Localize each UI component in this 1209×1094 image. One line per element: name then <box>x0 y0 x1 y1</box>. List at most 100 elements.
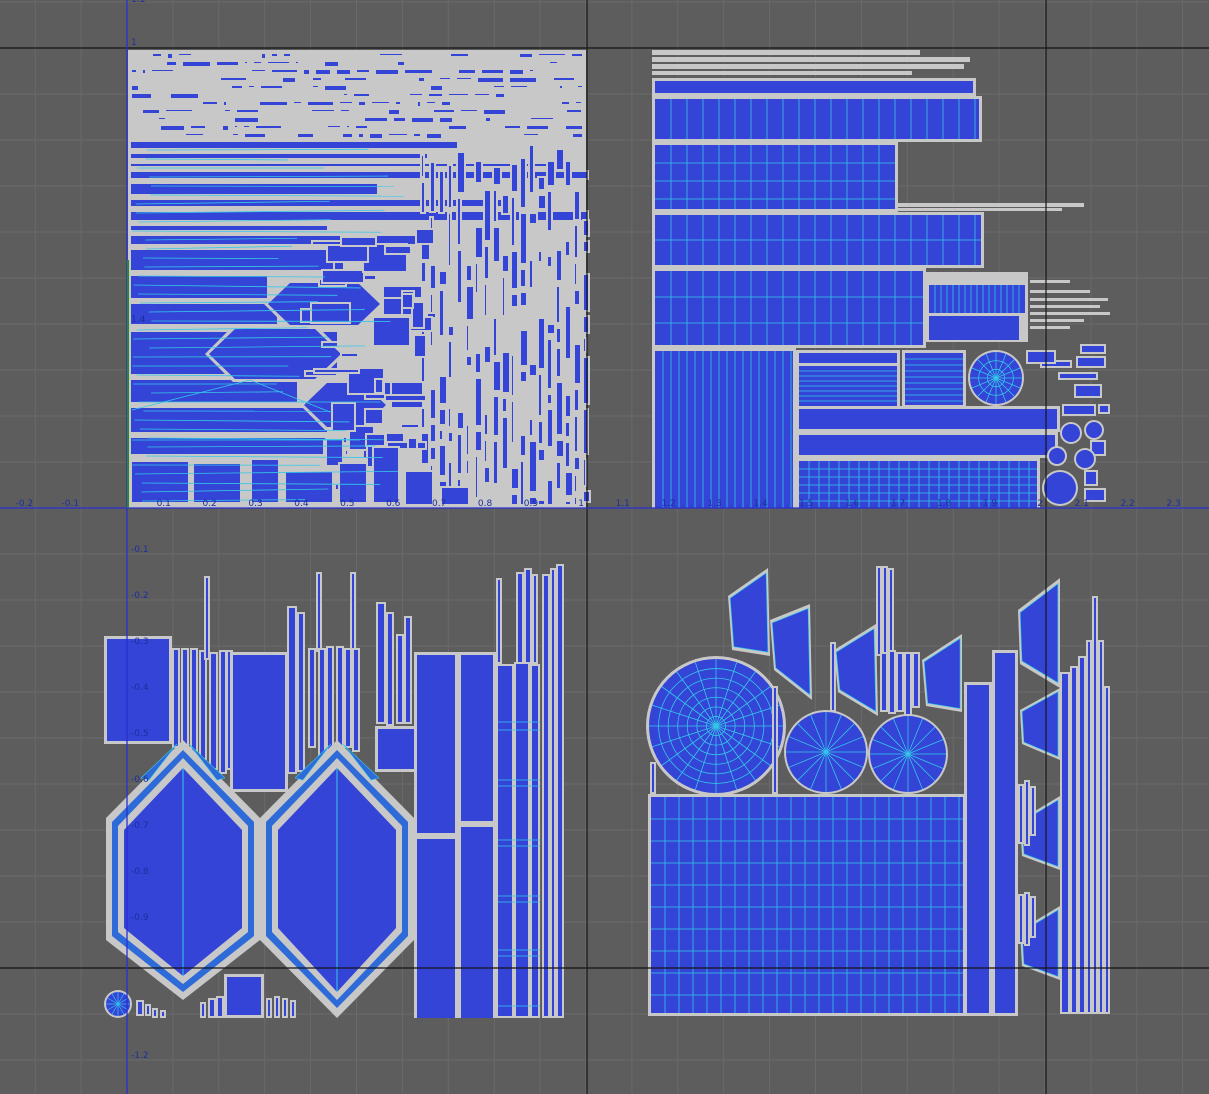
uv-shell-bar[interactable] <box>386 612 394 726</box>
uv-shell[interactable] <box>483 189 492 242</box>
uv-shell-strip[interactable] <box>532 574 538 664</box>
uv-shell[interactable] <box>296 132 315 139</box>
uv-shell[interactable] <box>474 100 483 104</box>
uv-shell-rect[interactable] <box>652 268 926 348</box>
uv-shell[interactable] <box>394 100 402 106</box>
uv-shell[interactable] <box>474 226 484 259</box>
uv-shell-strip[interactable] <box>912 652 920 708</box>
uv-shell-rect[interactable] <box>652 96 982 142</box>
uv-shell-bar[interactable] <box>396 634 404 724</box>
uv-shell[interactable] <box>510 467 520 490</box>
uv-shell[interactable] <box>1080 344 1106 354</box>
uv-shell[interactable] <box>447 212 452 267</box>
uv-shell-strip[interactable] <box>129 162 549 168</box>
uv-shell[interactable] <box>510 400 515 444</box>
uv-shell[interactable] <box>573 224 579 259</box>
uv-shell[interactable] <box>384 394 427 402</box>
uv-shell[interactable] <box>141 108 161 115</box>
uv-shell[interactable] <box>555 249 563 282</box>
uv-shell[interactable] <box>429 161 436 213</box>
uv-shell[interactable] <box>522 132 540 137</box>
uv-shell[interactable] <box>438 375 448 405</box>
uv-shell[interactable] <box>465 355 473 367</box>
uv-shell[interactable] <box>473 92 491 97</box>
uv-shell[interactable] <box>429 84 444 92</box>
uv-shell-circle[interactable] <box>784 710 868 794</box>
uv-shell[interactable] <box>150 68 175 73</box>
uv-shell[interactable] <box>483 245 490 280</box>
uv-shell[interactable] <box>234 68 247 72</box>
uv-shell[interactable] <box>537 448 546 462</box>
uv-shell-strip[interactable] <box>888 650 896 714</box>
uv-shell[interactable] <box>230 84 244 90</box>
uv-shell[interactable] <box>420 181 426 214</box>
uv-shell[interactable] <box>314 68 332 76</box>
uv-shell-rect[interactable] <box>648 794 966 1016</box>
uv-shell-bar[interactable] <box>318 648 326 758</box>
uv-shell[interactable] <box>343 76 368 82</box>
uv-shell[interactable] <box>141 68 147 75</box>
uv-shell[interactable] <box>465 324 470 352</box>
uv-shell[interactable] <box>492 440 499 485</box>
uv-shell[interactable] <box>510 493 519 506</box>
uv-shell[interactable] <box>518 52 534 59</box>
uv-shell[interactable] <box>474 160 483 184</box>
uv-shell[interactable] <box>558 84 564 90</box>
uv-shell-strip[interactable] <box>524 568 532 664</box>
uv-shell[interactable] <box>548 60 559 65</box>
uv-shell-strip[interactable] <box>496 578 502 664</box>
uv-shell-strip[interactable] <box>1018 894 1024 944</box>
uv-shell[interactable] <box>483 345 492 364</box>
uv-shell[interactable] <box>447 92 470 97</box>
uv-shell[interactable] <box>243 132 267 139</box>
uv-shell[interactable] <box>525 124 550 131</box>
uv-shell[interactable] <box>169 92 200 100</box>
uv-shell[interactable] <box>465 285 475 321</box>
uv-shell[interactable] <box>404 470 434 506</box>
uv-shell[interactable] <box>552 76 576 82</box>
uv-shell[interactable] <box>335 68 352 76</box>
uv-shell[interactable] <box>483 439 488 463</box>
uv-shell[interactable] <box>407 437 418 450</box>
uv-shell-strip[interactable] <box>1070 666 1078 1014</box>
uv-shell[interactable] <box>528 440 538 493</box>
uv-shell[interactable] <box>294 60 300 65</box>
uv-shell[interactable] <box>564 471 574 497</box>
uv-shell-strip[interactable] <box>129 274 269 300</box>
uv-shell[interactable] <box>447 164 453 209</box>
uv-shell[interactable] <box>564 240 571 257</box>
uv-shell[interactable] <box>564 160 572 187</box>
uv-shell[interactable] <box>573 289 581 306</box>
uv-shell[interactable] <box>537 420 544 445</box>
uv-shell[interactable] <box>519 434 527 457</box>
uv-shell[interactable] <box>321 341 339 348</box>
uv-shell[interactable] <box>546 408 554 448</box>
uv-shell[interactable] <box>401 293 414 309</box>
uv-shell[interactable] <box>413 334 427 358</box>
uv-shell[interactable] <box>222 100 228 107</box>
uv-shell-bar[interactable] <box>297 612 305 772</box>
uv-shell[interactable] <box>130 84 140 92</box>
uv-shell-circle[interactable] <box>968 350 1024 406</box>
uv-shell[interactable] <box>501 276 506 317</box>
uv-shell[interactable] <box>574 100 583 105</box>
uv-shell[interactable] <box>343 60 361 64</box>
uv-shell[interactable] <box>1026 350 1056 364</box>
uv-shell[interactable] <box>528 212 538 225</box>
uv-shell-circle[interactable] <box>1060 422 1082 444</box>
uv-shell[interactable] <box>528 68 535 73</box>
uv-shell-strip[interactable] <box>542 574 550 1018</box>
uv-shell[interactable] <box>420 261 427 283</box>
uv-shell-circle[interactable] <box>1074 448 1096 470</box>
uv-shell[interactable] <box>480 68 505 75</box>
uv-shell[interactable] <box>282 52 292 58</box>
uv-shell[interactable] <box>177 52 193 57</box>
uv-shell[interactable] <box>318 132 338 136</box>
uv-shell[interactable] <box>465 424 470 456</box>
uv-shell[interactable] <box>582 240 590 253</box>
uv-shell[interactable] <box>303 60 320 64</box>
uv-shell-rect[interactable] <box>796 350 966 408</box>
uv-shell[interactable] <box>427 92 444 98</box>
uv-shell[interactable] <box>354 124 369 130</box>
uv-shell-circle[interactable] <box>646 656 786 796</box>
